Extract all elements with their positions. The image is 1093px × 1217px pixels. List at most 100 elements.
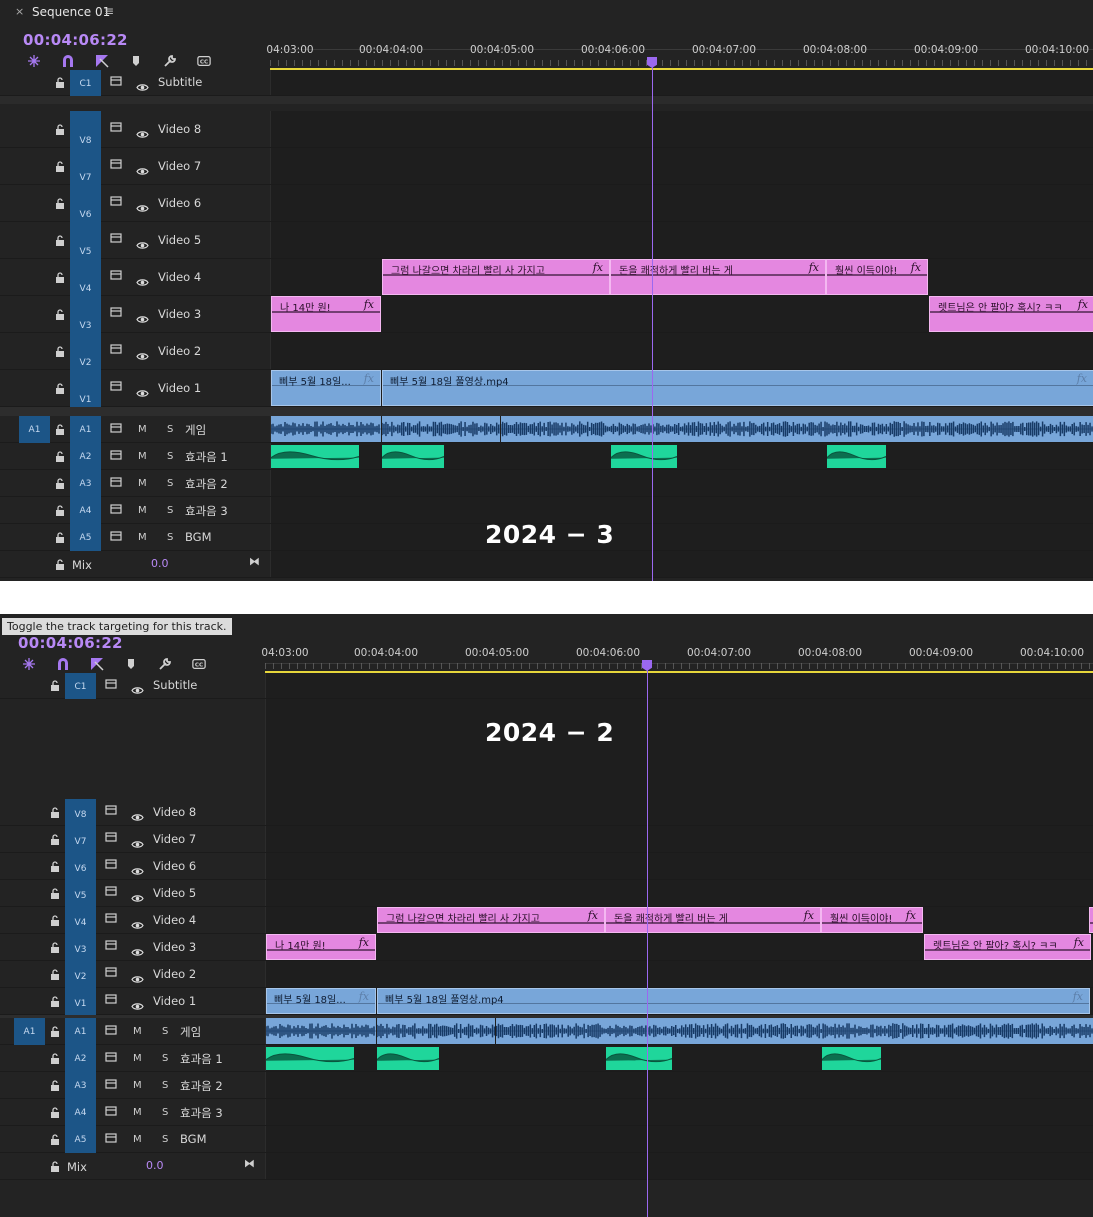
track-target-v6[interactable]: V6	[70, 185, 101, 222]
sync-lock-icon[interactable]	[105, 966, 117, 980]
track-lane[interactable]	[270, 524, 1093, 550]
solo-button[interactable]: S	[167, 532, 173, 543]
sync-lock-icon[interactable]	[105, 1078, 117, 1092]
track-target-a2[interactable]: A2	[65, 1045, 96, 1072]
sfx-audio-clip[interactable]	[611, 445, 677, 468]
solo-button[interactable]: S	[167, 478, 173, 489]
track-lock-icon[interactable]	[50, 887, 60, 902]
track-lane[interactable]: 삐부 5월 18일... fx 삐부 5월 18일 풀영상.mp4 fx	[265, 988, 1093, 1014]
track-lock-icon[interactable]	[55, 345, 65, 360]
time-ruler[interactable]: 04:03:00 00:04:04:00 00:04:05:00 00:04:0…	[266, 0, 1093, 66]
track-lane[interactable]	[270, 185, 1093, 221]
track-lane[interactable]: 삐부 5월 18일... fx 삐부 5월 18일 풀영상.mp4 fx	[270, 370, 1093, 406]
track-lane[interactable]	[270, 70, 1093, 95]
video-clip[interactable]: 삐부 5월 18일 풀영상.mp4 fx	[377, 988, 1090, 1014]
audio-clip[interactable]	[266, 1018, 376, 1044]
track-lane[interactable]	[270, 222, 1093, 258]
track-target-a5[interactable]: A5	[65, 1126, 96, 1153]
video-clip[interactable]: 삐부 5월 18일... fx	[266, 988, 376, 1014]
title-clip[interactable]	[1089, 907, 1093, 933]
track-target-a3[interactable]: A3	[65, 1072, 96, 1099]
track-lock-icon[interactable]	[50, 1106, 60, 1121]
track-lock-icon[interactable]	[55, 271, 65, 286]
mute-button[interactable]: M	[133, 1107, 142, 1118]
track-target-c1[interactable]: C1	[65, 673, 96, 699]
sync-lock-icon[interactable]	[110, 76, 122, 89]
track-lock-icon[interactable]	[50, 1160, 60, 1175]
track-lane[interactable]	[265, 826, 1093, 852]
track-lane[interactable]	[265, 961, 1093, 987]
sync-lock-icon[interactable]	[110, 195, 122, 209]
track-target-v7[interactable]: V7	[65, 826, 96, 853]
toggle-output-eye-icon[interactable]	[131, 807, 144, 826]
title-clip[interactable]: 훨씬 이득이야! fx	[821, 907, 923, 933]
track-target-v7[interactable]: V7	[70, 148, 101, 185]
toggle-output-eye-icon[interactable]	[131, 969, 144, 988]
track-lane[interactable]	[265, 1126, 1093, 1152]
playhead-timecode[interactable]: 00:04:06:22	[23, 31, 128, 49]
track-lane[interactable]	[270, 416, 1093, 443]
track-target-a5[interactable]: A5	[70, 524, 101, 551]
mix-volume-value[interactable]: 0.0	[151, 557, 169, 570]
track-lane[interactable]	[265, 1072, 1093, 1098]
track-lock-icon[interactable]	[55, 382, 65, 397]
toggle-output-eye-icon[interactable]	[131, 834, 144, 853]
track-target-v8[interactable]: V8	[65, 799, 96, 826]
magnet-icon[interactable]	[55, 656, 71, 672]
sync-lock-icon[interactable]	[110, 380, 122, 394]
track-lock-icon[interactable]	[50, 1025, 60, 1040]
track-target-v4[interactable]: V4	[65, 907, 96, 934]
toggle-output-eye-icon[interactable]	[136, 77, 149, 96]
title-clip[interactable]: 렛트님은 안 팔아? 혹시? ㅋㅋ fx	[924, 934, 1091, 960]
track-lock-icon[interactable]	[50, 1079, 60, 1094]
sync-lock-icon[interactable]	[105, 1051, 117, 1065]
sync-lock-icon[interactable]	[110, 503, 122, 517]
track-lock-icon[interactable]	[55, 123, 65, 138]
track-target-v4[interactable]: V4	[70, 259, 101, 296]
sfx-audio-clip[interactable]	[271, 445, 359, 468]
tab-menu-icon[interactable]: ≡	[104, 4, 114, 18]
solo-button[interactable]: S	[162, 1107, 168, 1118]
track-lock-icon[interactable]	[55, 197, 65, 212]
track-lane[interactable]	[270, 443, 1093, 469]
track-lock-icon[interactable]	[55, 558, 65, 573]
track-lane[interactable]	[270, 148, 1093, 184]
track-target-c1[interactable]: C1	[70, 70, 101, 96]
track-lock-icon[interactable]	[55, 160, 65, 175]
track-lock-icon[interactable]	[50, 914, 60, 929]
track-target-v3[interactable]: V3	[65, 934, 96, 961]
track-lock-icon[interactable]	[50, 995, 60, 1010]
toggle-output-eye-icon[interactable]	[136, 235, 149, 254]
toggle-output-eye-icon[interactable]	[136, 346, 149, 365]
title-clip[interactable]: 돈을 쾌적하게 빨리 버는 게 fx	[605, 907, 821, 933]
toggle-output-eye-icon[interactable]	[131, 888, 144, 907]
track-lane[interactable]	[265, 1099, 1093, 1125]
track-target-a2[interactable]: A2	[70, 443, 101, 470]
track-lock-icon[interactable]	[50, 941, 60, 956]
track-target-v6[interactable]: V6	[65, 853, 96, 880]
track-lock-icon[interactable]	[55, 423, 65, 438]
sfx-audio-clip[interactable]	[822, 1047, 881, 1070]
track-lane[interactable]	[270, 470, 1093, 496]
mute-button[interactable]: M	[138, 532, 147, 543]
snap-icon[interactable]	[26, 53, 42, 69]
track-lane[interactable]	[270, 551, 1093, 577]
collapse-toggle-icon[interactable]: ⧓	[249, 555, 260, 568]
magnet-icon[interactable]	[60, 53, 76, 69]
solo-button[interactable]: S	[162, 1134, 168, 1145]
wrench-icon[interactable]	[157, 656, 173, 672]
sync-lock-icon[interactable]	[110, 269, 122, 283]
toggle-output-eye-icon[interactable]	[136, 198, 149, 217]
track-lane[interactable]: 그럼 나갈으면 차라리 빨리 사 가지고 fx 돈을 쾌적하게 빨리 버는 게 fx 훨…	[265, 907, 1093, 933]
linked-selection-icon[interactable]	[89, 656, 105, 672]
playhead-line[interactable]	[647, 669, 648, 1217]
solo-button[interactable]: S	[167, 505, 173, 516]
video-clip[interactable]: 삐부 5월 18일 풀영상.mp4 fx	[382, 370, 1093, 406]
track-lock-icon[interactable]	[55, 308, 65, 323]
toggle-output-eye-icon[interactable]	[131, 942, 144, 961]
audio-clip[interactable]	[382, 416, 1093, 442]
track-lane[interactable]	[265, 799, 1093, 825]
track-lane[interactable]: 그럼 나갈으면 차라리 빨리 사 가지고 fx 돈을 쾌적하게 빨리 버는 게 fx 훨…	[270, 259, 1093, 295]
sfx-audio-clip[interactable]	[266, 1047, 354, 1070]
track-target-a1[interactable]: A1	[65, 1018, 96, 1045]
